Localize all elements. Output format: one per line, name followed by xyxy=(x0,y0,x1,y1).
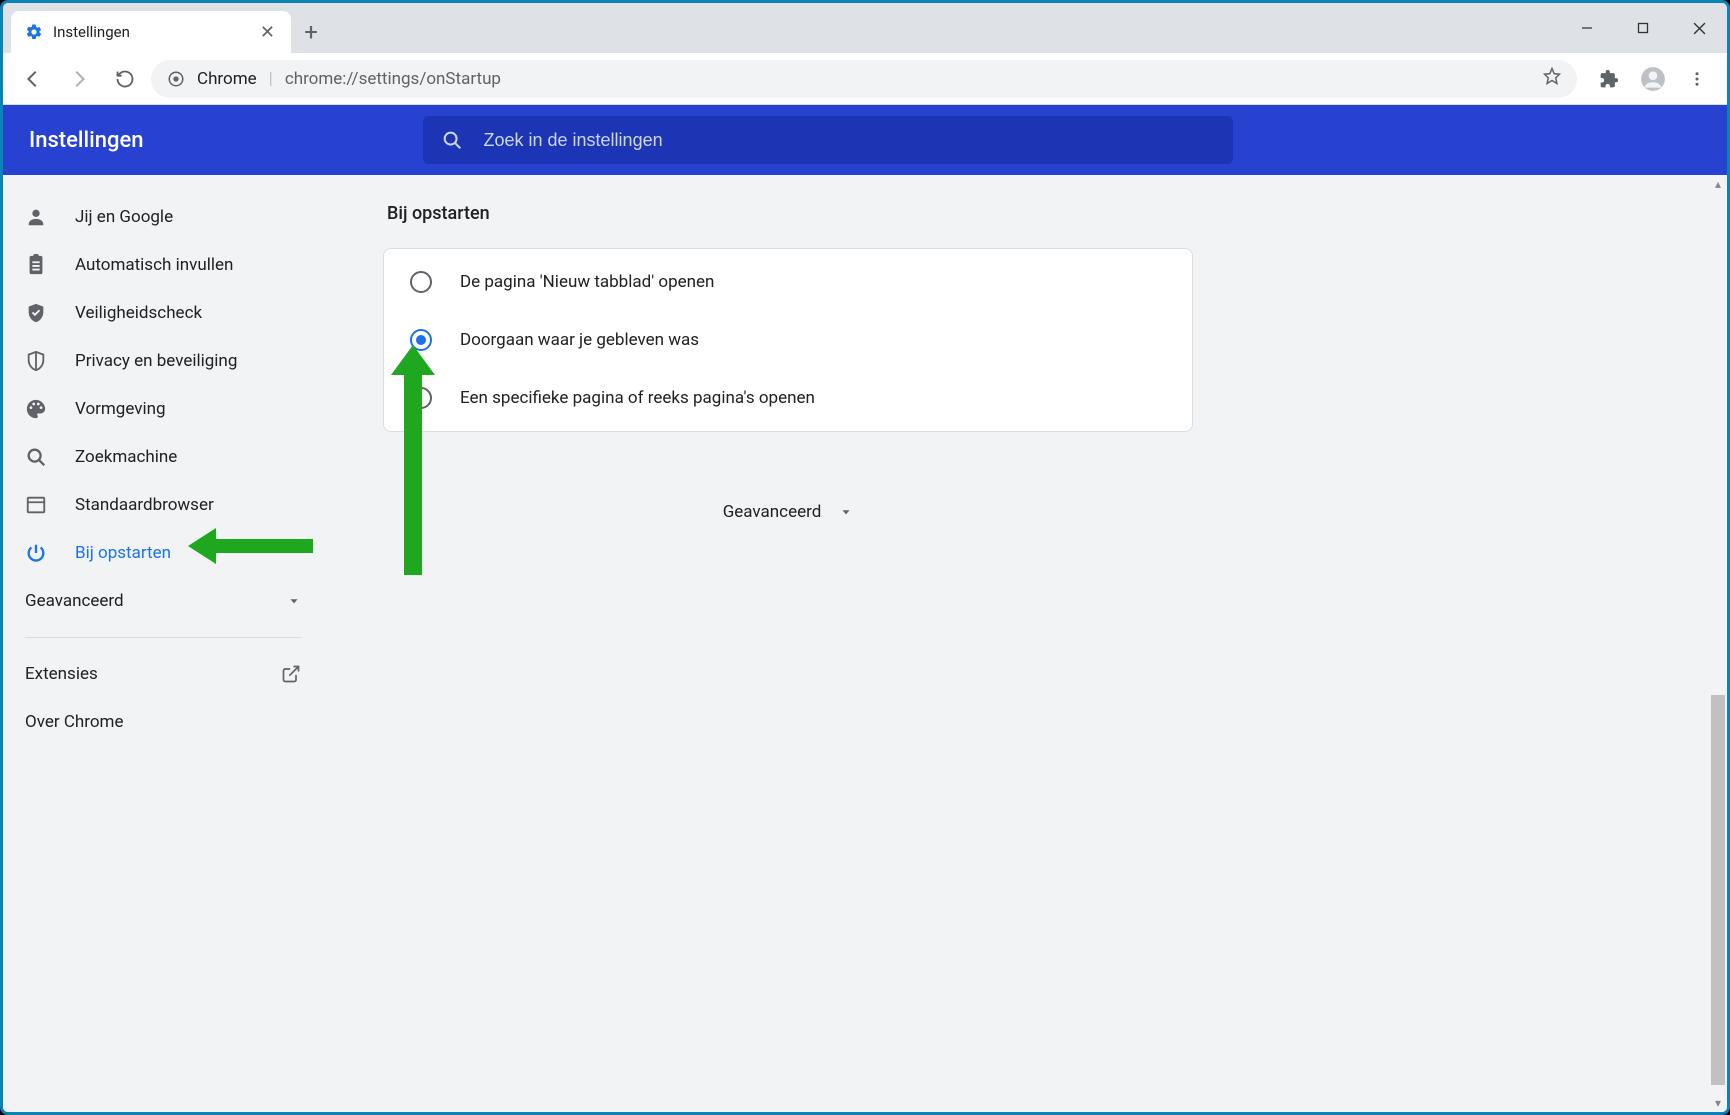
option-label: Een specifieke pagina of reeks pagina's … xyxy=(460,388,815,408)
page-title: Instellingen xyxy=(29,128,143,153)
close-tab-button[interactable]: ✕ xyxy=(258,20,277,45)
sidebar-item-label: Bij opstarten xyxy=(75,543,171,563)
settings-header: Instellingen xyxy=(3,105,1727,175)
close-window-button[interactable] xyxy=(1671,3,1727,53)
sidebar-item-label: Standaardbrowser xyxy=(75,495,214,515)
browser-tab[interactable]: Instellingen ✕ xyxy=(11,11,291,53)
profile-button[interactable] xyxy=(1633,59,1673,99)
shield-check-icon xyxy=(25,302,47,324)
sidebar-extensions[interactable]: Extensies xyxy=(3,650,323,698)
divider xyxy=(25,637,301,638)
about-label: Over Chrome xyxy=(25,712,123,732)
extensions-label: Extensies xyxy=(25,664,98,684)
search-icon xyxy=(25,446,47,468)
back-button[interactable] xyxy=(13,59,53,99)
search-settings[interactable] xyxy=(423,116,1233,164)
bookmark-star-icon[interactable] xyxy=(1543,67,1561,90)
sidebar-about[interactable]: Over Chrome xyxy=(3,698,323,746)
gear-icon xyxy=(25,23,43,41)
sidebar-item-appearance[interactable]: Vormgeving xyxy=(3,385,323,433)
startup-options-card: De pagina 'Nieuw tabblad' openen Doorgaa… xyxy=(383,248,1193,432)
forward-button[interactable] xyxy=(59,59,99,99)
scroll-down-icon[interactable]: ▾ xyxy=(1709,1094,1727,1112)
sidebar-item-label: Jij en Google xyxy=(75,207,173,227)
sidebar-advanced[interactable]: Geavanceerd xyxy=(3,577,323,625)
option-label: De pagina 'Nieuw tabblad' openen xyxy=(460,272,714,292)
browser-window-icon xyxy=(25,494,47,516)
power-icon xyxy=(25,542,47,564)
advanced-label: Geavanceerd xyxy=(25,591,124,611)
advanced-toggle[interactable]: Geavanceerd xyxy=(383,502,1193,522)
omnibox-separator: | xyxy=(269,69,273,89)
sidebar-item-label: Vormgeving xyxy=(75,399,166,419)
sidebar-item-label: Veiligheidscheck xyxy=(75,303,202,323)
tab-strip: Instellingen ✕ + xyxy=(3,3,1727,53)
shield-icon xyxy=(25,350,47,372)
search-icon xyxy=(441,129,463,151)
chevron-down-icon xyxy=(839,505,853,519)
clipboard-icon xyxy=(25,254,47,276)
sidebar-item-label: Automatisch invullen xyxy=(75,255,233,275)
scrollbar[interactable]: ▴ ▾ xyxy=(1709,175,1727,1112)
radio-icon xyxy=(410,271,432,293)
section-title: Bij opstarten xyxy=(387,203,1667,224)
sidebar-item-label: Privacy en beveiliging xyxy=(75,351,237,371)
sidebar-item-search-engine[interactable]: Zoekmachine xyxy=(3,433,323,481)
omnibox-product: Chrome xyxy=(197,69,257,89)
person-icon xyxy=(25,206,47,228)
main-panel: Bij opstarten De pagina 'Nieuw tabblad' … xyxy=(323,175,1727,1112)
reload-button[interactable] xyxy=(105,59,145,99)
address-bar[interactable]: Chrome | chrome://settings/onStartup xyxy=(151,60,1577,98)
minimize-button[interactable] xyxy=(1559,3,1615,53)
maximize-button[interactable] xyxy=(1615,3,1671,53)
window: Instellingen ✕ + Chrome | chrome://setti… xyxy=(0,0,1730,1115)
sidebar-item-default-browser[interactable]: Standaardbrowser xyxy=(3,481,323,529)
search-input[interactable] xyxy=(481,129,1215,152)
omnibox-url: chrome://settings/onStartup xyxy=(285,69,501,89)
extensions-button[interactable] xyxy=(1589,59,1629,99)
option-specific-pages[interactable]: Een specifieke pagina of reeks pagina's … xyxy=(384,369,1192,427)
chrome-icon xyxy=(167,70,185,88)
sidebar: Jij en Google Automatisch invullen Veili… xyxy=(3,175,323,1112)
advanced-label: Geavanceerd xyxy=(723,502,822,522)
palette-icon xyxy=(25,398,47,420)
sidebar-item-you-and-google[interactable]: Jij en Google xyxy=(3,193,323,241)
open-in-new-icon xyxy=(281,664,301,684)
sidebar-item-autofill[interactable]: Automatisch invullen xyxy=(3,241,323,289)
sidebar-item-privacy[interactable]: Privacy en beveiliging xyxy=(3,337,323,385)
new-tab-button[interactable]: + xyxy=(291,11,331,53)
option-new-tab[interactable]: De pagina 'Nieuw tabblad' openen xyxy=(384,253,1192,311)
radio-icon xyxy=(410,329,432,351)
scroll-thumb[interactable] xyxy=(1711,695,1725,1085)
option-continue[interactable]: Doorgaan waar je gebleven was xyxy=(384,311,1192,369)
menu-button[interactable] xyxy=(1677,59,1717,99)
radio-icon xyxy=(410,387,432,409)
sidebar-item-label: Zoekmachine xyxy=(75,447,177,467)
tab-title: Instellingen xyxy=(53,23,130,41)
browser-toolbar: Chrome | chrome://settings/onStartup xyxy=(3,53,1727,105)
window-controls xyxy=(1559,3,1727,53)
page-content: Instellingen Jij en Google Automatisch i… xyxy=(3,105,1727,1112)
option-label: Doorgaan waar je gebleven was xyxy=(460,330,699,350)
chevron-down-icon xyxy=(287,594,301,608)
sidebar-item-safety-check[interactable]: Veiligheidscheck xyxy=(3,289,323,337)
scroll-up-icon[interactable]: ▴ xyxy=(1709,175,1727,193)
sidebar-item-on-startup[interactable]: Bij opstarten xyxy=(3,529,323,577)
